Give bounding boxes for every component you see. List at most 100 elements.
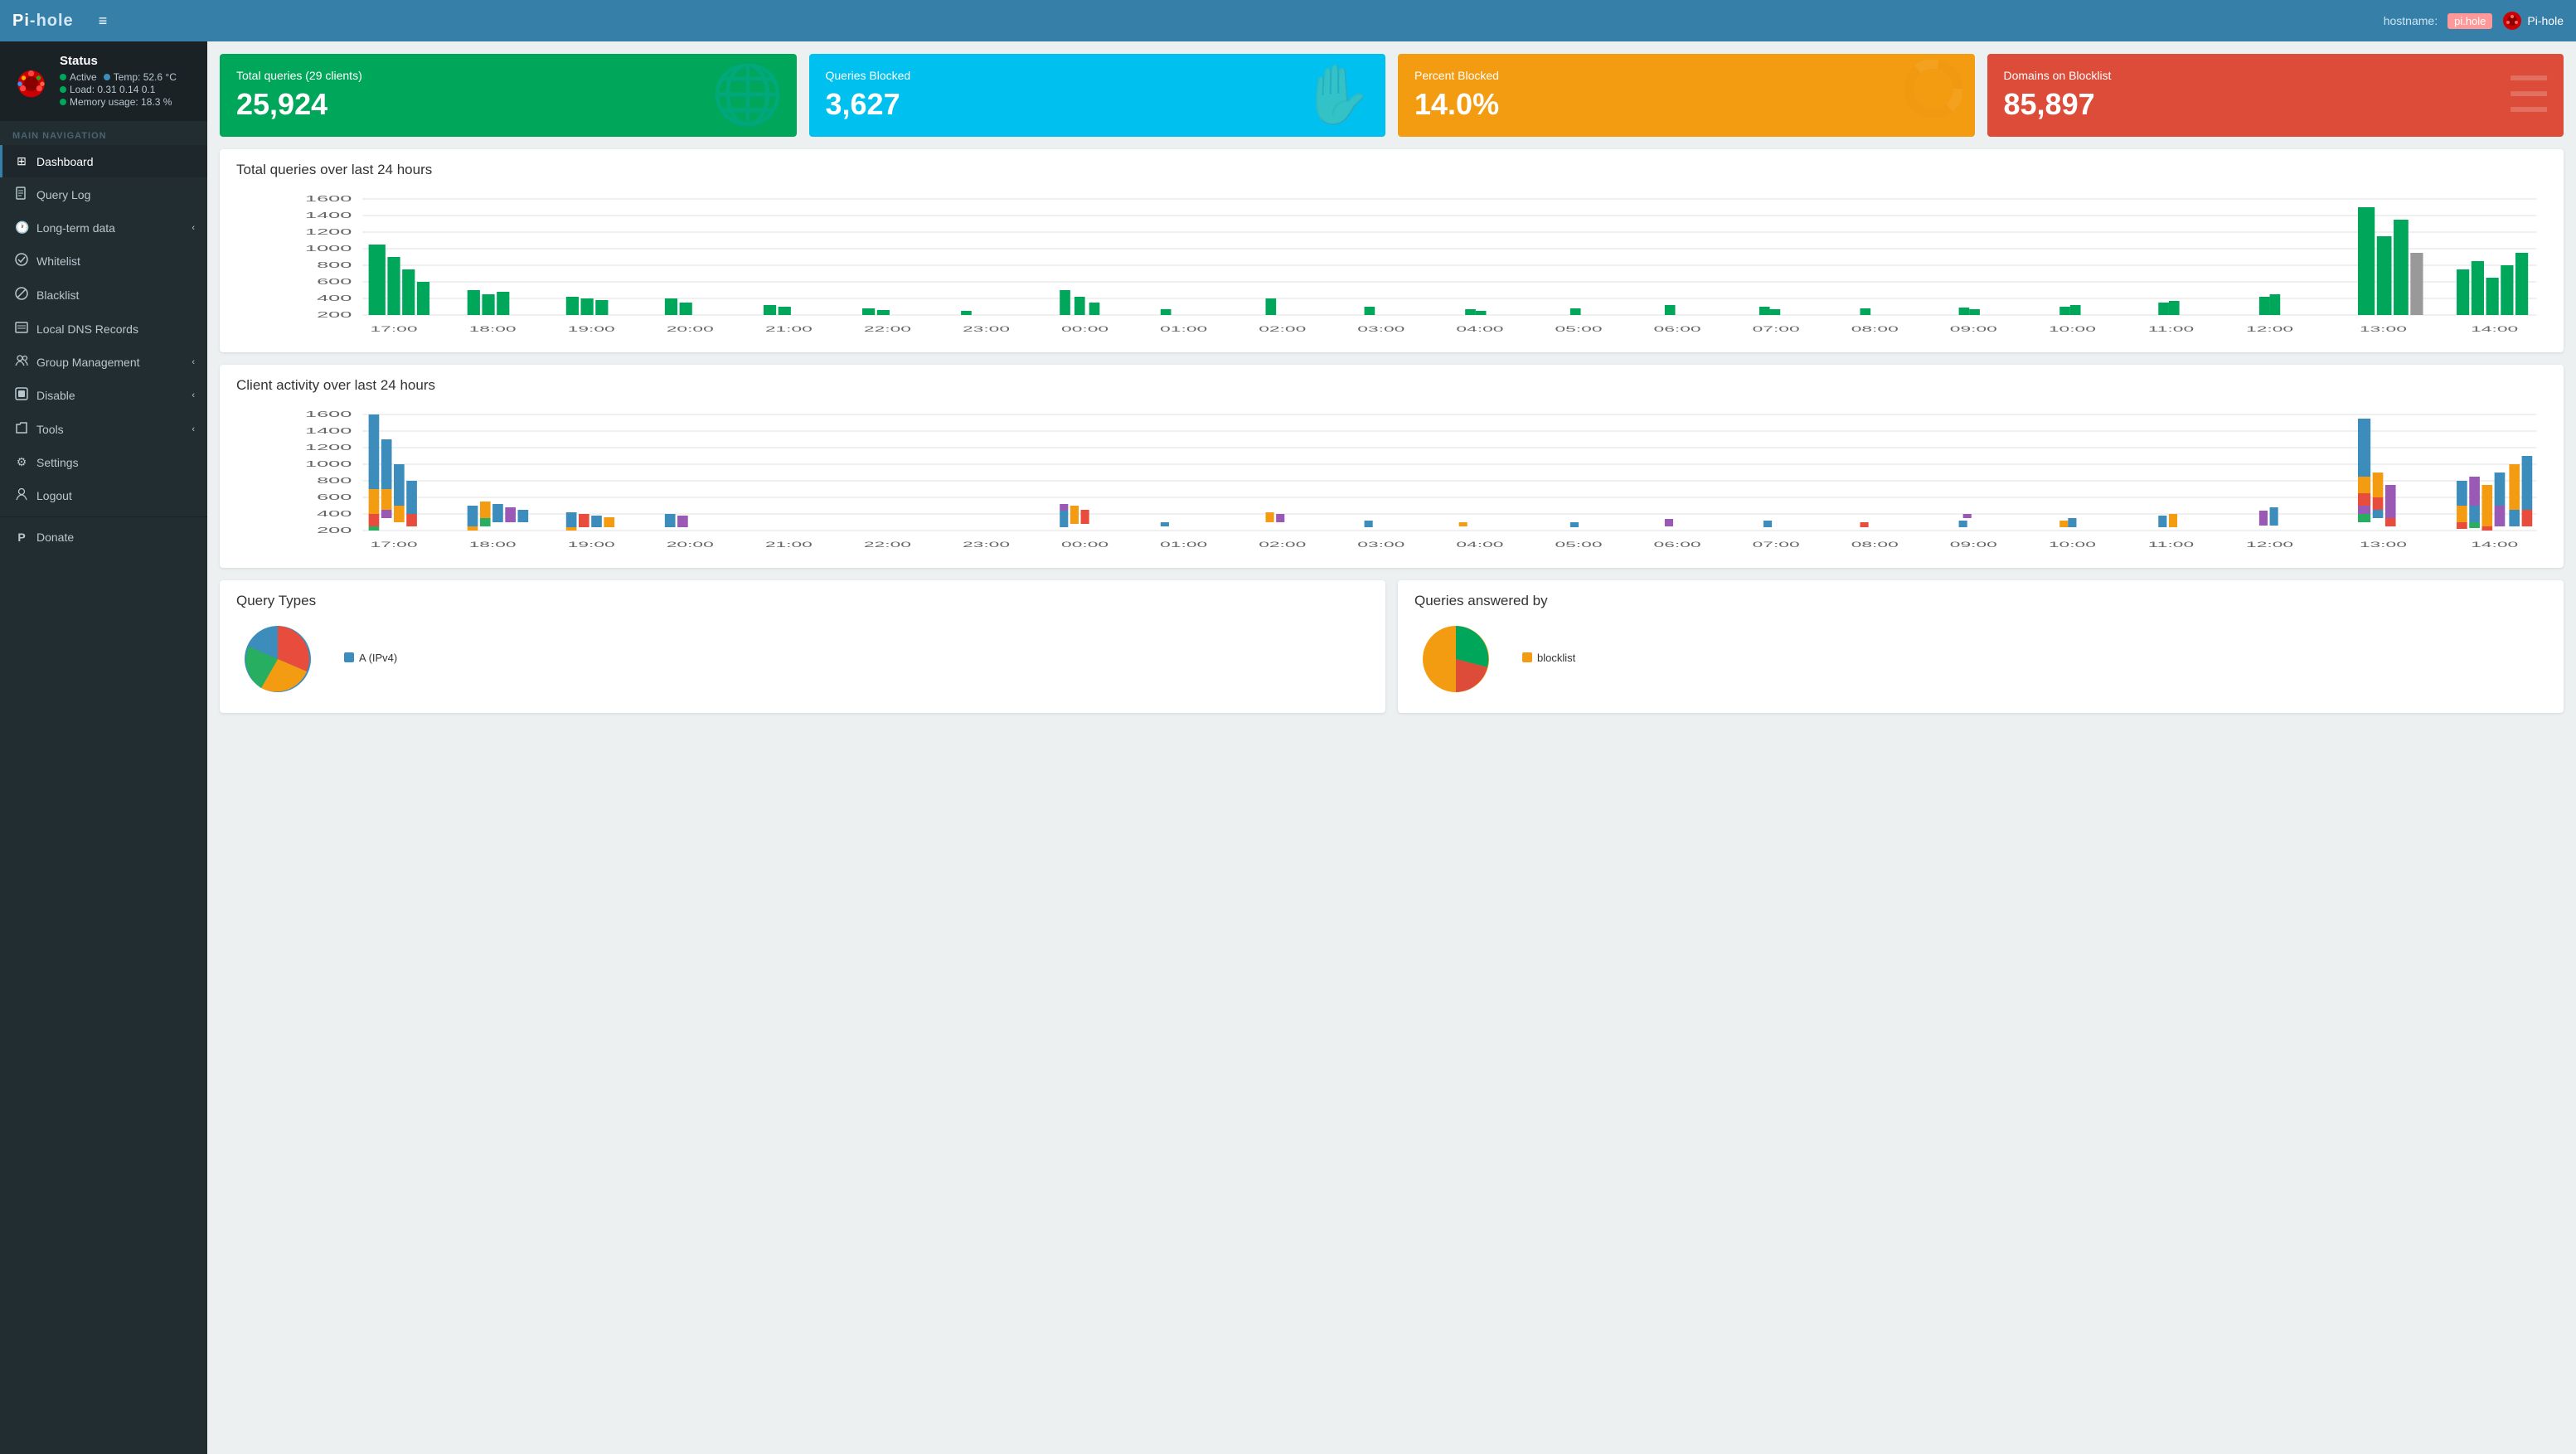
temp-label: Temp: 52.6 °C xyxy=(114,71,177,83)
status-info: Status Active Temp: 52.6 °C Load: 0.31 0… xyxy=(60,54,177,109)
query-types-panel: Query Types A (IPv4) xyxy=(220,580,1385,713)
sidebar-item-blacklist[interactable]: Blacklist xyxy=(0,278,207,312)
chart2-title: Client activity over last 24 hours xyxy=(236,377,2547,394)
status-title: Status xyxy=(60,54,177,68)
sidebar-item-whitelist[interactable]: Whitelist xyxy=(0,244,207,278)
sidebar-item-dashboard[interactable]: ⊞ Dashboard xyxy=(0,145,207,177)
svg-text:1000: 1000 xyxy=(305,245,352,254)
sidebar-item-label: Group Management xyxy=(36,356,140,369)
svg-text:600: 600 xyxy=(317,493,352,502)
sidebar-item-settings[interactable]: ⚙ Settings xyxy=(0,446,207,478)
svg-text:1200: 1200 xyxy=(305,228,352,237)
chart-icon xyxy=(1904,60,1962,131)
sidebar-item-label: Logout xyxy=(36,489,72,502)
sidebar-item-logout[interactable]: Logout xyxy=(0,478,207,512)
sidebar-item-disable[interactable]: Disable ‹ xyxy=(0,378,207,412)
stat-card-percent-blocked: Percent Blocked 14.0% xyxy=(1398,54,1975,137)
queries-answered-pie xyxy=(1414,618,1497,700)
disable-icon xyxy=(15,387,28,403)
donate-icon: P xyxy=(15,531,28,544)
svg-text:07:00: 07:00 xyxy=(1753,540,1800,549)
chart1-title: Total queries over last 24 hours xyxy=(236,162,2547,178)
svg-text:07:00: 07:00 xyxy=(1753,325,1800,333)
total-queries-chart-panel: Total queries over last 24 hours 1600 14… xyxy=(220,149,2564,352)
svg-text:20:00: 20:00 xyxy=(667,325,714,333)
queries-answered-panel: Queries answered by blocklist xyxy=(1398,580,2564,713)
hostname-value: pi.hole xyxy=(2447,13,2492,29)
status-load-row: Load: 0.31 0.14 0.1 xyxy=(60,84,177,95)
queries-answered-title: Queries answered by xyxy=(1414,593,2547,609)
chart1-container: 1600 1400 1200 1000 800 600 400 200 xyxy=(236,191,2547,340)
svg-text:00:00: 00:00 xyxy=(1061,325,1109,333)
svg-text:1600: 1600 xyxy=(305,410,352,419)
svg-text:03:00: 03:00 xyxy=(1357,325,1404,333)
legend-color xyxy=(1522,652,1532,662)
sidebar-item-label: Disable xyxy=(36,389,75,402)
stat-label: Percent Blocked xyxy=(1414,69,1958,82)
globe-icon: 🌐 xyxy=(711,61,783,129)
sidebar-item-donate[interactable]: P Donate xyxy=(0,521,207,553)
legend-label: blocklist xyxy=(1537,652,1575,664)
status-active-row: Active Temp: 52.6 °C xyxy=(60,71,177,83)
hand-icon: ✋ xyxy=(1301,61,1373,129)
stat-value: 14.0% xyxy=(1414,87,1958,122)
svg-text:05:00: 05:00 xyxy=(1555,325,1602,333)
navbar: Pi-hole ≡ hostname: pi.hole Pi-hole xyxy=(0,0,2576,41)
file-icon xyxy=(16,187,27,200)
load-dot xyxy=(60,86,66,93)
query-types-content: A (IPv4) xyxy=(236,618,1369,700)
group-icon xyxy=(15,355,28,369)
arrow-icon: ‹ xyxy=(192,424,195,434)
sidebar-item-label: Blacklist xyxy=(36,288,79,302)
square-icon xyxy=(15,387,28,400)
chart2-svg: 1600 1400 1200 1000 800 600 400 200 xyxy=(236,406,2547,555)
settings-icon: ⚙ xyxy=(15,455,28,469)
list-icon: ☰ xyxy=(2506,66,2551,124)
query-types-legend: A (IPv4) xyxy=(344,652,397,667)
queries-answered-content: blocklist xyxy=(1414,618,2547,700)
stat-label: Total queries (29 clients) xyxy=(236,69,780,82)
sidebar-item-local-dns[interactable]: Local DNS Records xyxy=(0,312,207,346)
query-types-pie xyxy=(236,618,319,700)
stat-value: 3,627 xyxy=(826,87,1370,122)
nav-section-label: MAIN NAVIGATION xyxy=(0,121,207,145)
svg-text:800: 800 xyxy=(317,261,352,270)
svg-text:21:00: 21:00 xyxy=(765,540,813,549)
sidebar-item-label: Query Log xyxy=(36,188,90,201)
svg-text:23:00: 23:00 xyxy=(963,540,1010,549)
svg-text:06:00: 06:00 xyxy=(1654,540,1701,549)
svg-text:19:00: 19:00 xyxy=(568,540,615,549)
query-types-title: Query Types xyxy=(236,593,1369,609)
menu-toggle-button[interactable]: ≡ xyxy=(90,8,116,34)
svg-text:17:00: 17:00 xyxy=(370,325,417,333)
svg-text:1200: 1200 xyxy=(305,443,352,453)
stat-label: Queries Blocked xyxy=(826,69,1370,82)
svg-text:03:00: 03:00 xyxy=(1357,540,1404,549)
pihole-logo: Pi-hole xyxy=(2502,11,2564,31)
sidebar-item-label: Dashboard xyxy=(36,155,94,168)
arrow-icon: ‹ xyxy=(192,223,195,233)
svg-text:06:00: 06:00 xyxy=(1654,325,1701,333)
blacklist-icon xyxy=(15,287,28,303)
svg-text:01:00: 01:00 xyxy=(1160,325,1207,333)
whitelist-icon xyxy=(15,253,28,269)
svg-text:13:00: 13:00 xyxy=(2360,325,2407,333)
sidebar-item-group-mgmt[interactable]: Group Management ‹ xyxy=(0,346,207,378)
sidebar-item-long-term[interactable]: 🕐 Long-term data ‹ xyxy=(0,211,207,244)
sidebar-item-tools[interactable]: Tools ‹ xyxy=(0,412,207,446)
main-content: Total queries (29 clients) 25,924 🌐 Quer… xyxy=(207,41,2576,1454)
svg-text:05:00: 05:00 xyxy=(1555,540,1602,549)
svg-text:09:00: 09:00 xyxy=(1950,540,1997,549)
svg-text:11:00: 11:00 xyxy=(2148,325,2194,333)
queries-answered-legend: blocklist xyxy=(1522,652,1575,667)
svg-text:12:00: 12:00 xyxy=(2246,540,2293,549)
check-circle-icon xyxy=(15,253,28,266)
svg-text:200: 200 xyxy=(317,526,352,536)
svg-text:400: 400 xyxy=(317,510,352,519)
svg-text:19:00: 19:00 xyxy=(568,325,615,333)
pihole-label: Pi-hole xyxy=(2527,14,2564,27)
nav-divider xyxy=(0,516,207,517)
sidebar-item-query-log[interactable]: Query Log xyxy=(0,177,207,211)
temp-dot xyxy=(104,74,110,80)
svg-text:04:00: 04:00 xyxy=(1456,325,1503,333)
